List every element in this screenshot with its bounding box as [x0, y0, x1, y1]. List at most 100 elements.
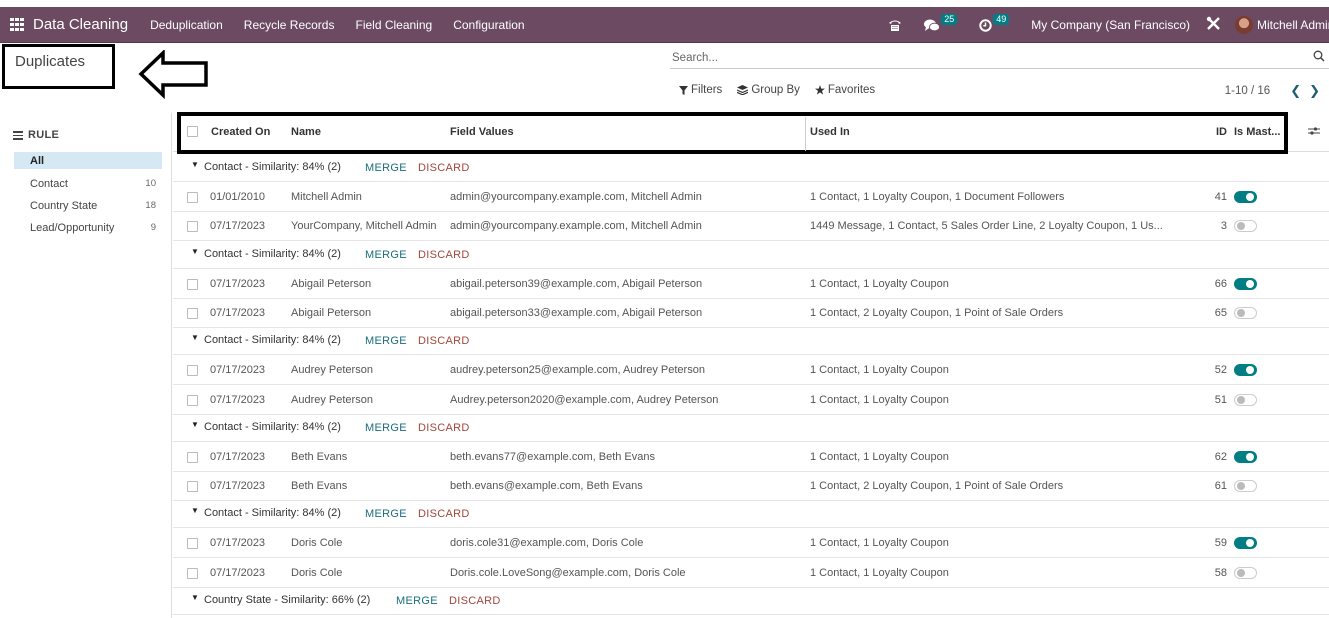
caret-down-icon[interactable]: ▼: [191, 247, 199, 256]
caret-down-icon[interactable]: ▼: [191, 420, 199, 429]
user-avatar[interactable]: [1235, 16, 1253, 34]
table-row[interactable]: 07/17/2023 Abigail Peterson abigail.peters…: [173, 269, 1329, 299]
cell-created-on: 07/17/2023: [210, 566, 266, 579]
group-title[interactable]: Contact - Similarity: 84% (2): [204, 334, 341, 346]
messages-button[interactable]: 25: [924, 13, 958, 32]
column-is-master[interactable]: Is Mast...: [1234, 126, 1280, 138]
discard-button[interactable]: DISCARD: [418, 335, 470, 347]
is-master-toggle[interactable]: [1234, 306, 1257, 319]
toggle-knob: [1237, 395, 1245, 404]
merge-button[interactable]: MERGE: [365, 508, 407, 520]
favorites-button[interactable]: Favorites: [814, 84, 875, 96]
pager-previous-icon[interactable]: ❮: [1290, 83, 1301, 99]
merge-button[interactable]: MERGE: [365, 162, 407, 174]
app-name[interactable]: Data Cleaning: [33, 16, 128, 33]
discard-button[interactable]: DISCARD: [449, 595, 501, 607]
search-icon[interactable]: [1313, 50, 1325, 65]
table-row[interactable]: 07/17/2023 Audrey Peterson audrey.peterson…: [173, 355, 1329, 386]
cell-name: Doris Cole: [291, 566, 343, 579]
row-checkbox[interactable]: [187, 567, 198, 579]
group-row[interactable]: ▼ Contact - Similarity: 84% (2) MERGE DISCA…: [173, 414, 1329, 442]
row-checkbox[interactable]: [187, 365, 198, 377]
sidebar-item-contact[interactable]: Contact 10: [14, 175, 162, 192]
pager-next-icon[interactable]: ❯: [1309, 83, 1320, 99]
menu-field-cleaning[interactable]: Field Cleaning: [355, 18, 432, 32]
cell-used-in: 1 Contact, 1 Loyalty Coupon: [810, 364, 949, 377]
merge-button[interactable]: MERGE: [365, 249, 407, 261]
table-row[interactable]: 07/17/2023 Beth Evans beth.evans@example.c…: [173, 471, 1329, 502]
row-checkbox[interactable]: [187, 538, 198, 550]
sidebar-item-country-state[interactable]: Country State 18: [14, 197, 162, 214]
pager-value[interactable]: 1-10 / 16: [1225, 85, 1270, 97]
column-created-on[interactable]: Created On: [211, 126, 270, 138]
table-row[interactable]: 07/17/2023 Audrey Peterson Audrey.peterson…: [173, 385, 1329, 415]
table-row[interactable]: 07/17/2023 Doris Cole doris.cole31@example…: [173, 528, 1329, 559]
is-master-toggle[interactable]: [1234, 480, 1257, 493]
tools-icon[interactable]: [1206, 16, 1221, 35]
column-name[interactable]: Name: [291, 126, 321, 138]
menu-deduplication[interactable]: Deduplication: [150, 18, 223, 32]
group-row[interactable]: ▼ Contact - Similarity: 84% (2) MERGE DISCA…: [173, 500, 1329, 529]
is-master-toggle[interactable]: [1234, 191, 1257, 203]
is-master-toggle[interactable]: [1234, 566, 1257, 579]
merge-button[interactable]: MERGE: [365, 422, 407, 434]
row-checkbox[interactable]: [187, 394, 198, 406]
menu-configuration[interactable]: Configuration: [453, 18, 524, 32]
group-by-button[interactable]: Group By: [737, 84, 800, 96]
cell-id: 61: [1214, 480, 1227, 493]
is-master-toggle[interactable]: [1234, 277, 1257, 290]
table-row[interactable]: 07/17/2023 YourCompany, Mitchell Admin adm…: [173, 211, 1329, 242]
is-master-toggle[interactable]: [1234, 393, 1257, 406]
group-row[interactable]: ▼ Contact - Similarity: 84% (2) MERGE DISCA…: [173, 154, 1329, 182]
activities-button[interactable]: 49: [979, 13, 1010, 32]
row-checkbox[interactable]: [187, 221, 198, 233]
select-all-checkbox[interactable]: [187, 126, 198, 137]
table-row[interactable]: 01/01/2010 Mitchell Admin admin@yourcompan…: [173, 182, 1329, 212]
caret-down-icon[interactable]: ▼: [191, 333, 199, 342]
discard-button[interactable]: DISCARD: [418, 508, 470, 520]
row-checkbox[interactable]: [187, 192, 198, 203]
group-row[interactable]: ▼ Country State - Similarity: 66% (2) MERG…: [173, 587, 1329, 615]
sidebar-item-lead-opportunity[interactable]: Lead/Opportunity 9: [14, 219, 162, 236]
phone-icon[interactable]: [888, 18, 902, 32]
is-master-toggle[interactable]: [1234, 364, 1257, 377]
group-title[interactable]: Contact - Similarity: 84% (2): [204, 161, 341, 173]
search-input[interactable]: [672, 50, 1292, 66]
column-resize-handle[interactable]: [805, 117, 806, 151]
group-row[interactable]: ▼ Contact - Similarity: 84% (2) MERGE DISCA…: [173, 241, 1329, 269]
group-title[interactable]: Contact - Similarity: 84% (2): [204, 248, 341, 260]
row-checkbox[interactable]: [187, 481, 198, 493]
column-used-in[interactable]: Used In: [810, 126, 850, 138]
is-master-toggle[interactable]: [1234, 220, 1257, 233]
caret-down-icon[interactable]: ▼: [191, 160, 199, 169]
group-title[interactable]: Contact - Similarity: 84% (2): [204, 421, 341, 433]
column-field-values[interactable]: Field Values: [450, 126, 514, 138]
row-checkbox[interactable]: [187, 451, 198, 463]
company-switcher[interactable]: My Company (San Francisco): [1031, 18, 1190, 32]
group-title[interactable]: Contact - Similarity: 84% (2): [204, 507, 341, 519]
sidebar-item-all[interactable]: All: [14, 152, 162, 169]
optional-columns-toggler-icon[interactable]: [1308, 126, 1320, 139]
discard-button[interactable]: DISCARD: [418, 249, 470, 261]
group-title[interactable]: Country State - Similarity: 66% (2): [204, 594, 370, 606]
table-row[interactable]: 07/17/2023 Doris Cole Doris.cole.LoveSong@…: [173, 558, 1329, 588]
discard-button[interactable]: DISCARD: [418, 162, 470, 174]
filters-button[interactable]: Filters: [679, 84, 722, 96]
column-id[interactable]: ID: [1216, 126, 1227, 138]
caret-down-icon[interactable]: ▼: [191, 593, 199, 602]
user-menu[interactable]: Mitchell Admin: [1257, 18, 1329, 32]
group-row[interactable]: ▼ Contact - Similarity: 84% (2) MERGE DISCA…: [173, 327, 1329, 356]
discard-button[interactable]: DISCARD: [418, 422, 470, 434]
row-checkbox[interactable]: [187, 307, 198, 319]
apps-grid-icon[interactable]: [10, 17, 24, 32]
menu-recycle-records[interactable]: Recycle Records: [244, 18, 335, 32]
caret-down-icon[interactable]: ▼: [191, 506, 199, 515]
table-row[interactable]: 07/17/2023 Beth Evans beth.evans77@example…: [173, 442, 1329, 472]
is-master-toggle[interactable]: [1234, 450, 1257, 463]
merge-button[interactable]: MERGE: [396, 595, 438, 607]
row-checkbox[interactable]: [187, 278, 198, 290]
is-master-toggle[interactable]: [1234, 537, 1257, 550]
cell-id: 3: [1220, 220, 1227, 233]
merge-button[interactable]: MERGE: [365, 335, 407, 347]
table-row[interactable]: 07/17/2023 Abigail Peterson abigail.peters…: [173, 298, 1329, 328]
